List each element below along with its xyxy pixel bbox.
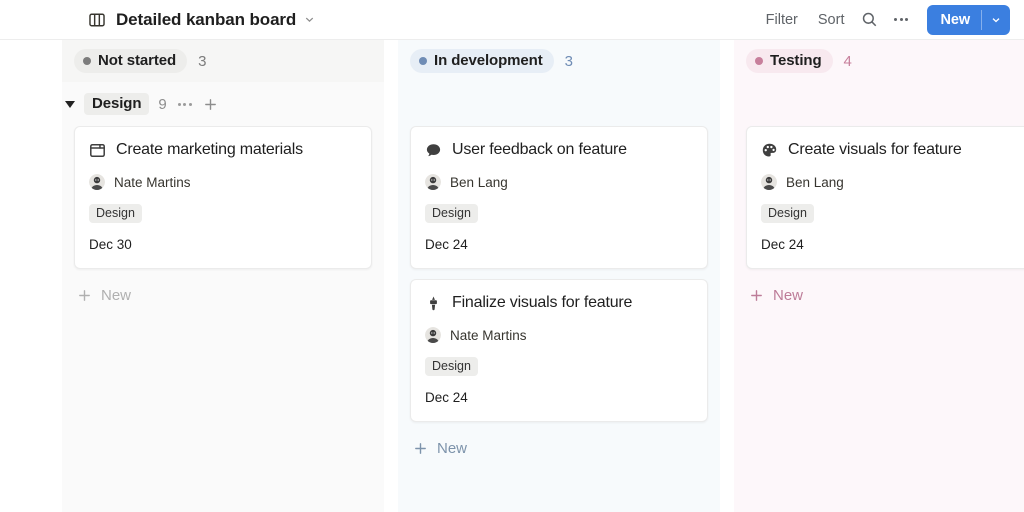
column-body: Create visuals for feature Ben Lang Desi… [734, 82, 1024, 512]
assignee-name: Ben Lang [786, 174, 844, 190]
assignee-name: Ben Lang [450, 174, 508, 190]
card-list: User feedback on feature Ben Lang Design… [410, 82, 708, 465]
board-columns-icon [88, 11, 106, 29]
column-count: 4 [843, 52, 852, 70]
plus-icon [77, 288, 92, 303]
card-title: Finalize visuals for feature [452, 294, 633, 311]
column-body: User feedback on feature Ben Lang Design… [398, 82, 720, 512]
search-icon[interactable] [855, 6, 883, 34]
kanban-card[interactable]: Create visuals for feature Ben Lang Desi… [746, 126, 1024, 269]
top-toolbar: Detailed kanban board Filter Sort New [0, 0, 1024, 40]
card-title-row: Create marketing materials [89, 141, 357, 159]
group-ellipsis-icon[interactable] [176, 99, 194, 110]
kanban-column: Not started 3 Design 9 Create marketing … [62, 40, 384, 512]
card-tag[interactable]: Design [89, 204, 142, 223]
card-assignee[interactable]: Nate Martins [89, 174, 357, 190]
avatar [89, 174, 105, 190]
add-card-button[interactable]: New [746, 279, 1024, 312]
column-title: Not started [98, 52, 177, 69]
column-count: 3 [564, 52, 573, 70]
chevron-down-icon[interactable] [303, 13, 316, 26]
column-header: In development 3 [398, 40, 720, 82]
new-button-label: New [940, 11, 970, 28]
kanban-card[interactable]: Finalize visuals for feature Nate Martin… [410, 279, 708, 422]
card-tag[interactable]: Design [425, 357, 478, 376]
card-title-row: User feedback on feature [425, 141, 693, 159]
column-status-pill[interactable]: In development [410, 49, 554, 73]
status-dot-icon [83, 56, 91, 65]
card-title: User feedback on feature [452, 141, 627, 158]
add-card-label: New [101, 287, 132, 304]
card-title: Create marketing materials [116, 141, 303, 158]
column-body: Create marketing materials Nate Martins … [62, 82, 384, 512]
card-tag[interactable]: Design [425, 204, 478, 223]
column-title: In development [434, 52, 543, 69]
plus-icon [749, 288, 764, 303]
column-status-pill[interactable]: Testing [746, 49, 833, 73]
card-title-row: Finalize visuals for feature [425, 294, 693, 312]
add-card-button[interactable]: New [74, 279, 372, 312]
status-dot-icon [419, 56, 427, 65]
column-title: Testing [770, 52, 822, 69]
filter-button[interactable]: Filter [759, 8, 805, 32]
assignee-name: Nate Martins [450, 327, 527, 343]
avatar [761, 174, 777, 190]
sort-button[interactable]: Sort [811, 8, 852, 32]
status-dot-icon [755, 56, 763, 65]
add-card-button[interactable]: New [410, 432, 708, 465]
new-button[interactable]: New [927, 4, 1010, 35]
palette-icon [761, 142, 778, 159]
page-title: Detailed kanban board [116, 9, 297, 29]
card-assignee[interactable]: Ben Lang [761, 174, 1024, 190]
card-title: Create visuals for feature [788, 141, 962, 158]
assignee-name: Nate Martins [114, 174, 191, 190]
ellipsis-icon[interactable] [887, 6, 915, 34]
paintbrush-icon [425, 295, 442, 312]
kanban-column: Testing 4 Create visuals for feature Ben… [734, 40, 1024, 512]
kanban-column: In development 3 User feedback on featur… [398, 40, 720, 512]
card-assignee[interactable]: Ben Lang [425, 174, 693, 190]
card-due-date: Dec 24 [761, 237, 804, 252]
card-list: Create visuals for feature Ben Lang Desi… [746, 82, 1024, 312]
kanban-board: Not started 3 Design 9 Create marketing … [0, 40, 1024, 512]
card-due-date: Dec 30 [89, 237, 132, 252]
kanban-card[interactable]: User feedback on feature Ben Lang Design… [410, 126, 708, 269]
speech-bubble-icon [425, 142, 442, 159]
card-title-row: Create visuals for feature [761, 141, 1024, 159]
group-label[interactable]: Design [84, 93, 150, 115]
card-assignee[interactable]: Nate Martins [425, 327, 693, 343]
group-count: 9 [158, 95, 167, 113]
plus-icon [413, 441, 428, 456]
triangle-down-icon[interactable] [65, 100, 75, 108]
new-button-chevron-down-icon[interactable] [982, 5, 1010, 35]
card-due-date: Dec 24 [425, 390, 468, 405]
group-header: Design 9 [62, 82, 218, 126]
add-card-label: New [773, 287, 804, 304]
kanban-card[interactable]: Create marketing materials Nate Martins … [74, 126, 372, 269]
add-card-label: New [437, 440, 468, 457]
column-header: Not started 3 [62, 40, 384, 82]
avatar [425, 327, 441, 343]
card-due-date: Dec 24 [425, 237, 468, 252]
card-tag[interactable]: Design [761, 204, 814, 223]
avatar [425, 174, 441, 190]
group-plus-icon[interactable] [203, 97, 218, 112]
browser-window-icon [89, 142, 106, 159]
column-count: 3 [198, 52, 207, 70]
column-status-pill[interactable]: Not started [74, 49, 188, 73]
column-header: Testing 4 [734, 40, 1024, 82]
